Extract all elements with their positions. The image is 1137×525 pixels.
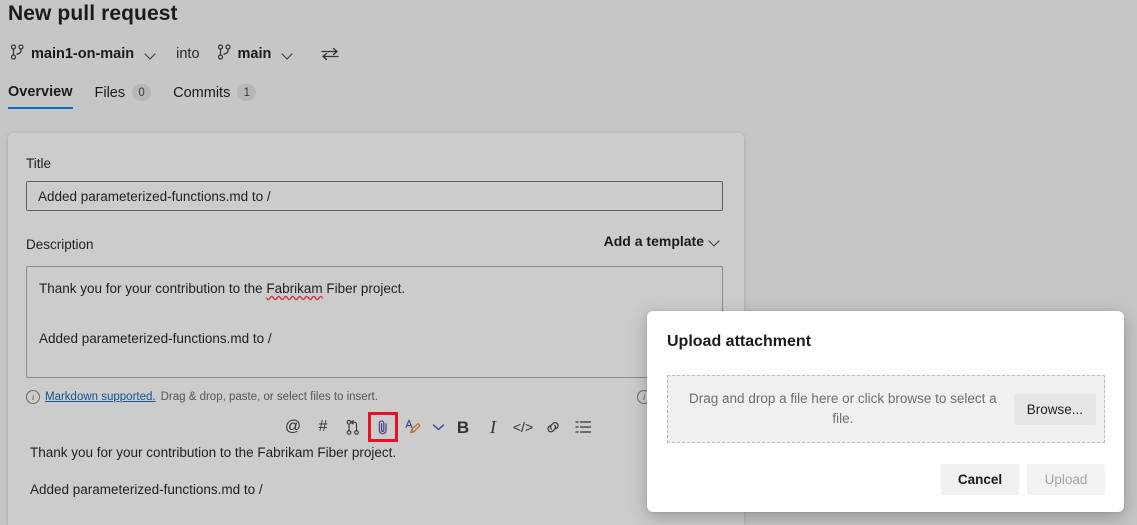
file-dropzone[interactable]: Drag and drop a file here or click brows… bbox=[667, 375, 1105, 443]
highlight-text-icon[interactable] bbox=[398, 412, 428, 442]
into-label: into bbox=[176, 46, 199, 62]
upload-attachment-dialog: Upload attachment Drag and drop a file h… bbox=[647, 311, 1124, 512]
info-icon: i bbox=[26, 390, 40, 404]
pull-request-form-card: Title Description Add a template Thank y… bbox=[8, 133, 744, 525]
tab-files-label: Files bbox=[95, 85, 126, 101]
description-line-1: Thank you for your contribution to the F… bbox=[39, 277, 710, 302]
description-field-label: Description bbox=[26, 237, 94, 252]
tab-bar: Overview Files 0 Commits 1 bbox=[8, 84, 278, 118]
tab-overview[interactable]: Overview bbox=[8, 84, 73, 109]
swap-branches-button[interactable] bbox=[321, 47, 339, 61]
title-input[interactable] bbox=[26, 181, 723, 211]
add-template-label: Add a template bbox=[604, 233, 704, 249]
source-branch-picker[interactable]: main1-on-main bbox=[8, 43, 160, 66]
tab-commits[interactable]: Commits 1 bbox=[173, 84, 256, 110]
cancel-button[interactable]: Cancel bbox=[941, 464, 1019, 495]
bold-icon[interactable]: B bbox=[448, 412, 478, 442]
work-item-icon[interactable] bbox=[338, 412, 368, 442]
markdown-helper-text: i Markdown supported. Drag & drop, paste… bbox=[26, 390, 378, 404]
link-icon[interactable] bbox=[538, 412, 568, 442]
code-icon[interactable]: </> bbox=[508, 412, 538, 442]
title-field-label: Title bbox=[26, 156, 51, 171]
browse-button[interactable]: Browse... bbox=[1014, 394, 1096, 425]
tab-files[interactable]: Files 0 bbox=[95, 84, 152, 110]
chevron-down-icon bbox=[281, 47, 295, 61]
italic-icon[interactable]: I bbox=[478, 412, 508, 442]
highlight-color-chevron-down-icon[interactable] bbox=[428, 412, 448, 442]
hash-icon[interactable]: # bbox=[308, 412, 338, 442]
description-line-2: Added parameterized-functions.md to / bbox=[39, 327, 710, 352]
preview-line-1: Thank you for your contribution to the F… bbox=[30, 446, 720, 461]
misspelled-word: Fabrikam bbox=[266, 281, 322, 296]
dialog-title: Upload attachment bbox=[667, 333, 811, 351]
branch-selector-row: main1-on-main into main bbox=[8, 42, 339, 66]
description-preview: Thank you for your contribution to the F… bbox=[30, 446, 720, 520]
chevron-down-icon bbox=[144, 47, 158, 61]
tab-files-badge: 0 bbox=[132, 84, 151, 101]
target-branch-name: main bbox=[238, 46, 272, 62]
markdown-supported-link[interactable]: Markdown supported. bbox=[45, 391, 156, 403]
branch-icon bbox=[10, 44, 25, 65]
description-line1-post: Fiber project. bbox=[323, 281, 406, 296]
branch-icon bbox=[217, 44, 232, 65]
bulleted-list-icon[interactable] bbox=[568, 412, 598, 442]
mention-icon[interactable]: @ bbox=[278, 412, 308, 442]
description-textarea[interactable]: Thank you for your contribution to the F… bbox=[26, 266, 723, 378]
target-branch-picker[interactable]: main bbox=[215, 43, 298, 66]
dialog-actions: Cancel Upload bbox=[941, 464, 1105, 495]
tab-commits-label: Commits bbox=[173, 85, 230, 101]
add-template-dropdown[interactable]: Add a template bbox=[604, 233, 722, 249]
description-line1-pre: Thank you for your contribution to the bbox=[39, 281, 266, 296]
attach-file-icon[interactable] bbox=[368, 412, 398, 442]
swap-branches-icon bbox=[321, 47, 339, 61]
chevron-down-icon bbox=[708, 234, 722, 248]
tab-commits-badge: 1 bbox=[237, 84, 256, 101]
preview-line-2: Added parameterized-functions.md to / bbox=[30, 483, 720, 498]
markdown-toolbar: @ # bbox=[278, 410, 598, 444]
tab-overview-label: Overview bbox=[8, 84, 73, 100]
page-title: New pull request bbox=[8, 2, 178, 26]
dropzone-instruction: Drag and drop a file here or click brows… bbox=[672, 389, 1014, 428]
upload-button: Upload bbox=[1027, 464, 1105, 495]
source-branch-name: main1-on-main bbox=[31, 46, 134, 62]
markdown-helper-rest: Drag & drop, paste, or select files to i… bbox=[161, 391, 378, 403]
